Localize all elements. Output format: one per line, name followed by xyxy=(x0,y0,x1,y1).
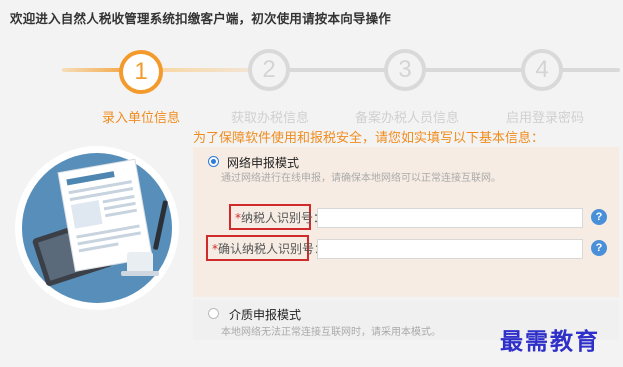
step-2-number: 2 xyxy=(262,56,276,83)
help-icon[interactable]: ? xyxy=(591,240,607,256)
media-mode-title[interactable]: 介质申报模式 xyxy=(229,306,301,323)
step-2-label: 获取办税信息 xyxy=(230,111,310,126)
network-mode-desc: 通过网络进行在线申报，请确保本地网络可以正常连接互联网。 xyxy=(221,173,501,184)
step-1-label: 录入单位信息 xyxy=(101,111,181,126)
help-icon[interactable]: ? xyxy=(591,209,607,225)
step-4-number: 4 xyxy=(535,56,549,83)
step-3-circle: 3 xyxy=(384,49,426,91)
watermark-text: 最需教育 xyxy=(500,328,600,355)
step-1-number: 1 xyxy=(134,58,148,85)
taxpayer-id-label: *纳税人识别号： xyxy=(229,204,325,230)
confirm-taxpayer-id-label: *确认纳税人识别号： xyxy=(206,235,326,261)
step-4-label: 启用登录密码 xyxy=(505,111,585,126)
step-3-label: 备案办税人员信息 xyxy=(354,111,460,126)
media-mode-radio[interactable] xyxy=(208,308,219,319)
taxpayer-id-input[interactable] xyxy=(317,208,583,228)
confirm-taxpayer-id-input[interactable] xyxy=(317,239,583,259)
document-illustration xyxy=(15,146,179,310)
window-title: 欢迎进入自然人税收管理系统扣缴客户端，初次使用请按本向导操作 xyxy=(10,11,392,26)
step-4-circle: 4 xyxy=(521,49,563,91)
media-mode-desc: 本地网络无法正常连接互联网时，请采用本模式。 xyxy=(221,327,441,338)
step-1-circle: 1 xyxy=(119,50,163,94)
taxpayer-id-label-text: 纳税人识别号： xyxy=(241,211,326,225)
network-mode-radio[interactable] xyxy=(208,156,219,167)
step-connector-3 xyxy=(270,68,620,72)
confirm-taxpayer-id-label-text: 确认纳税人识别号： xyxy=(218,242,327,256)
step-2-circle: 2 xyxy=(248,49,290,91)
step-3-number: 3 xyxy=(398,56,412,83)
instruction-hint: 为了保障软件使用和报税安全，请您如实填写以下基本信息： xyxy=(193,131,545,146)
